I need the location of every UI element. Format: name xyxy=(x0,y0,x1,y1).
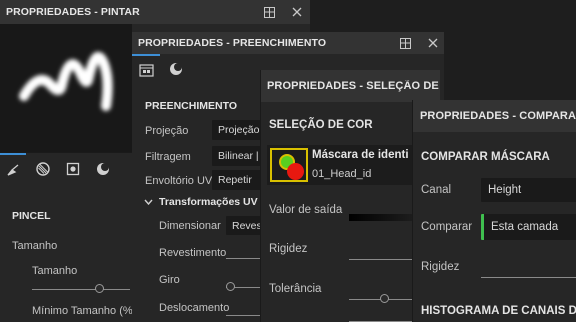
stencil-tab-icon[interactable] xyxy=(60,153,86,185)
fill-projection-tab-icon[interactable] xyxy=(132,54,160,84)
compare-panel-header: PROPRIEDADES - COMPARAR xyxy=(413,100,576,132)
channel-histogram-title: HISTOGRAMA DE CANAIS D xyxy=(421,305,576,317)
min-size-label: Mínimo Tamanho (%) xyxy=(32,305,137,317)
tolerance-slider-handle[interactable] xyxy=(380,294,389,303)
compare-indicator xyxy=(481,214,484,240)
uv-wrap-label: Envoltório UV xyxy=(145,175,213,187)
compare-label: Comparar xyxy=(421,221,473,233)
compare-dropdown-value: Esta camada xyxy=(491,221,559,233)
dock-icon[interactable] xyxy=(262,5,276,19)
paint-tab-bar xyxy=(0,152,132,184)
color-selection-title: PROPRIEDADES - SELEÇÃO DE COR xyxy=(267,80,440,92)
brush-preview xyxy=(0,24,132,152)
channel-dropdown[interactable]: Height xyxy=(481,178,576,202)
size-slider-handle[interactable] xyxy=(95,284,104,293)
hardness-label: Rigidez xyxy=(269,243,308,255)
size-group-label: Tamanho xyxy=(12,240,58,252)
dock-icon[interactable] xyxy=(398,36,412,50)
alpha-tab-icon[interactable] xyxy=(30,153,56,185)
id-mask-id: 01_Head_id xyxy=(312,168,372,180)
brush-section-title: PINCEL xyxy=(12,210,51,222)
material-tab-icon[interactable] xyxy=(90,153,116,185)
compare-dropdown[interactable]: Esta camada xyxy=(481,214,576,240)
id-mask-name: Máscara de identi xyxy=(312,149,409,161)
size-label: Tamanho xyxy=(32,265,78,277)
rotation-label: Giro xyxy=(159,274,180,286)
offset-label: Deslocamento xyxy=(159,302,230,314)
color-selection-header: PROPRIEDADES - SELEÇÃO DE COR xyxy=(261,70,440,102)
filtering-label: Filtragem xyxy=(145,151,191,163)
brush-tab-icon[interactable] xyxy=(0,153,26,185)
projection-label: Projeção xyxy=(145,125,189,137)
id-mask-thumbnail xyxy=(270,148,308,182)
fill-material-tab-icon[interactable] xyxy=(162,54,190,84)
fill-section-title: PREENCHIMENTO xyxy=(145,100,237,112)
close-icon[interactable] xyxy=(290,5,304,19)
tiling-label: Revestimento xyxy=(159,247,227,259)
compare-hardness-label: Rigidez xyxy=(421,261,460,273)
uv-transform-section-title[interactable]: Transformações UV xyxy=(159,196,258,208)
compare-hardness-slider-track[interactable] xyxy=(481,277,576,278)
compare-panel-title: PROPRIEDADES - COMPARAR xyxy=(420,110,576,122)
color-selection-section-title: SELEÇÃO DE COR xyxy=(269,119,373,131)
tolerance-label: Tolerância xyxy=(269,283,322,295)
close-icon[interactable] xyxy=(426,36,440,50)
rotation-slider-handle[interactable] xyxy=(226,282,235,291)
output-value-label: Valor de saída xyxy=(269,204,343,216)
chevron-down-icon[interactable] xyxy=(143,196,153,208)
fill-tab-bar xyxy=(132,54,272,84)
mask-red-swatch xyxy=(287,163,304,180)
scale-label: Dimensionar xyxy=(159,220,221,232)
compare-mask-section-title: COMPARAR MÁSCARA xyxy=(421,151,550,163)
channel-label: Canal xyxy=(421,184,452,196)
compare-properties-panel: PROPRIEDADES - COMPARAR COMPARAR MÁSCARA… xyxy=(412,100,576,322)
size-slider-track[interactable] xyxy=(32,289,130,290)
